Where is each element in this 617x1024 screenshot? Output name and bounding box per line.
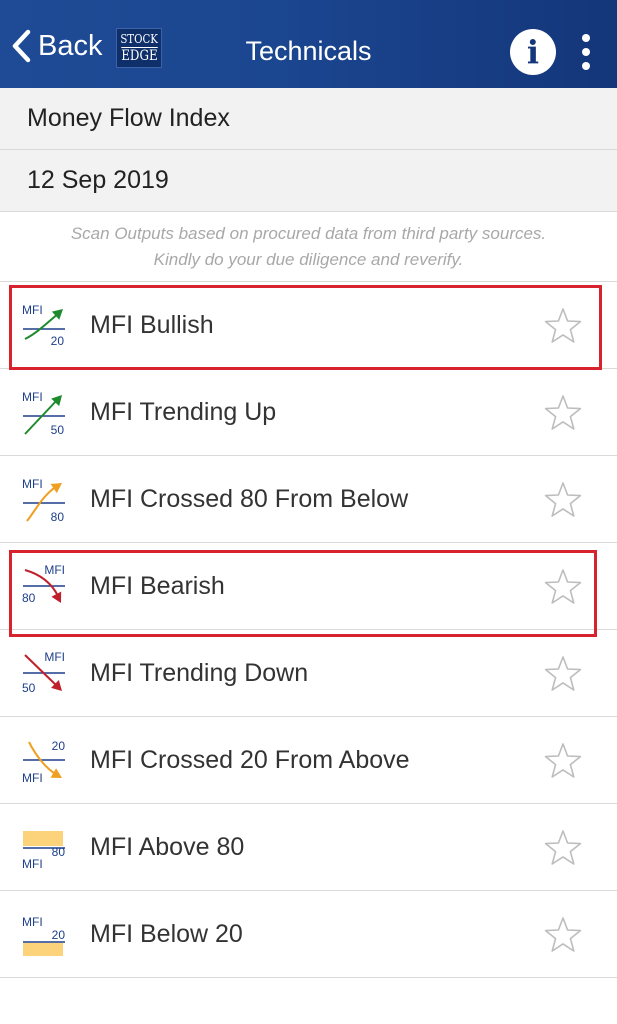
star-icon[interactable] bbox=[543, 654, 583, 694]
svg-text:MFI: MFI bbox=[22, 477, 43, 491]
disclaimer-text: Scan Outputs based on procured data from… bbox=[0, 212, 617, 282]
mfi-crossed-80-from-below-icon: MFI 80 bbox=[21, 477, 67, 523]
star-icon[interactable] bbox=[543, 306, 583, 346]
scan-row-label: MFI Below 20 bbox=[90, 920, 243, 948]
chevron-left-icon bbox=[10, 29, 32, 63]
scan-row-label: MFI Trending Up bbox=[90, 398, 277, 426]
mfi-trending-down-icon: MFI 50 bbox=[21, 651, 67, 697]
scan-row-mfi-below-20[interactable]: MFI 20 MFI Below 20 bbox=[0, 891, 617, 978]
star-icon[interactable] bbox=[543, 915, 583, 955]
star-icon[interactable] bbox=[543, 393, 583, 433]
scan-date-header: 12 Sep 2019 bbox=[0, 150, 617, 212]
star-icon[interactable] bbox=[543, 567, 583, 607]
mfi-above-80-icon: 80 MFI bbox=[21, 825, 67, 871]
svg-text:80: 80 bbox=[22, 591, 36, 605]
scan-row-mfi-trending-down[interactable]: MFI 50 MFI Trending Down bbox=[0, 630, 617, 717]
nav-bar: Back STOCK EDGE Technicals i bbox=[0, 0, 617, 88]
star-icon[interactable] bbox=[543, 480, 583, 520]
stockedge-logo: STOCK EDGE bbox=[116, 28, 162, 68]
star-icon[interactable] bbox=[543, 828, 583, 868]
info-icon[interactable]: i bbox=[510, 29, 556, 75]
mfi-bearish-icon: MFI 80 bbox=[21, 564, 67, 610]
scan-row-label: MFI Crossed 80 From Below bbox=[90, 485, 409, 513]
svg-text:80: 80 bbox=[51, 510, 65, 523]
scan-row-mfi-bullish[interactable]: MFI 20 MFI Bullish bbox=[0, 282, 617, 369]
svg-text:20: 20 bbox=[52, 739, 66, 753]
svg-text:MFI: MFI bbox=[22, 771, 43, 784]
mfi-bullish-icon: MFI 20 bbox=[21, 303, 67, 349]
scan-row-label: MFI Bullish bbox=[90, 311, 214, 339]
scan-row-mfi-bearish[interactable]: MFI 80 MFI Bearish bbox=[0, 543, 617, 630]
scan-row-label: MFI Crossed 20 From Above bbox=[90, 746, 410, 774]
svg-text:MFI: MFI bbox=[44, 651, 65, 664]
scan-name-header: Money Flow Index bbox=[0, 88, 617, 150]
mfi-crossed-20-from-above-icon: 20 MFI bbox=[21, 738, 67, 784]
svg-text:MFI: MFI bbox=[22, 390, 43, 404]
mfi-trending-up-icon: MFI 50 bbox=[21, 390, 67, 436]
mfi-below-20-icon: MFI 20 bbox=[21, 912, 67, 958]
back-button[interactable]: Back bbox=[10, 26, 102, 66]
svg-text:MFI: MFI bbox=[22, 915, 43, 929]
more-options-icon[interactable] bbox=[578, 34, 594, 70]
scan-row-mfi-above-80[interactable]: 80 MFI MFI Above 80 bbox=[0, 804, 617, 891]
star-icon[interactable] bbox=[543, 741, 583, 781]
svg-text:MFI: MFI bbox=[22, 303, 43, 317]
back-label: Back bbox=[38, 29, 103, 62]
scan-row-label: MFI Bearish bbox=[90, 572, 225, 600]
scan-row-mfi-trending-up[interactable]: MFI 50 MFI Trending Up bbox=[0, 369, 617, 456]
scan-row-mfi-crossed-20-from-above[interactable]: 20 MFI MFI Crossed 20 From Above bbox=[0, 717, 617, 804]
scan-row-mfi-crossed-80-from-below[interactable]: MFI 80 MFI Crossed 80 From Below bbox=[0, 456, 617, 543]
svg-text:80: 80 bbox=[52, 845, 66, 859]
svg-text:20: 20 bbox=[52, 928, 66, 942]
svg-text:MFI: MFI bbox=[22, 857, 43, 871]
svg-text:50: 50 bbox=[22, 681, 36, 695]
scan-list: MFI 20 MFI Bullish MFI 50 MFI Trending Up MFI 8… bbox=[0, 282, 617, 978]
svg-text:20: 20 bbox=[51, 334, 65, 348]
svg-text:MFI: MFI bbox=[44, 564, 65, 577]
scan-row-label: MFI Trending Down bbox=[90, 659, 309, 687]
svg-text:50: 50 bbox=[51, 423, 65, 436]
scan-row-label: MFI Above 80 bbox=[90, 833, 245, 861]
